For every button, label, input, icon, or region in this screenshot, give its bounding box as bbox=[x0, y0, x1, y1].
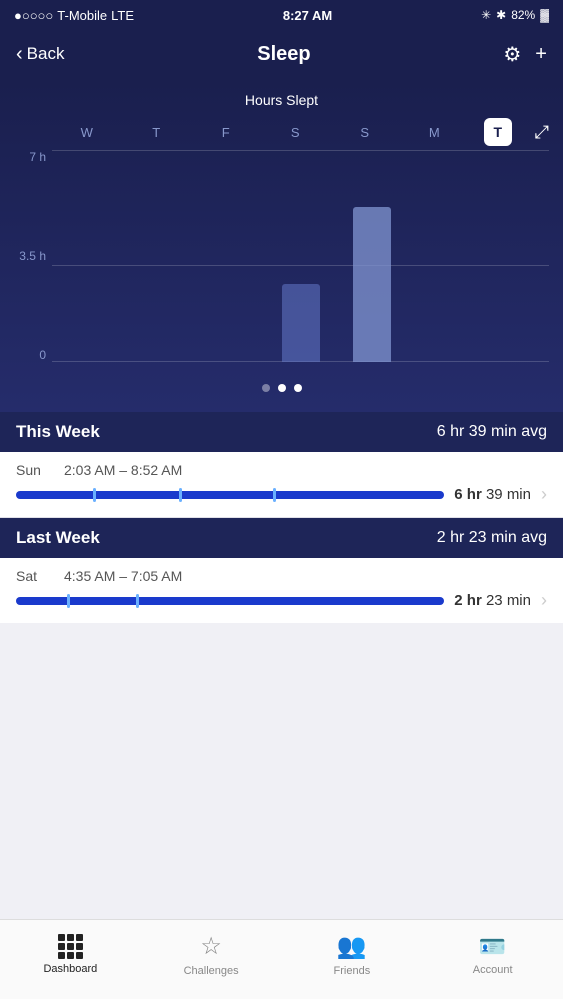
day-labels: W T F S S M T bbox=[52, 118, 527, 146]
this-week-avg: 6 hr 39 min avg bbox=[437, 423, 547, 441]
entry-duration-lastweek: 2 hr 23 min bbox=[454, 592, 531, 609]
this-week-entry[interactable]: Sun 2:03 AM – 8:52 AM 6 hr 39 min › bbox=[0, 452, 563, 517]
tick-2 bbox=[179, 488, 182, 502]
expand-icon[interactable]: ⤢ bbox=[535, 122, 549, 143]
tick-3 bbox=[273, 488, 276, 502]
dashboard-icon bbox=[58, 934, 83, 959]
carrier-label: T-Mobile bbox=[57, 8, 107, 23]
status-right: ✳ ✱ 82% ▓ bbox=[481, 8, 549, 22]
nav-actions: ⚙ + bbox=[503, 42, 547, 67]
entry-duration-thisweek: 6 hr 39 min bbox=[454, 486, 531, 503]
tick-1 bbox=[93, 488, 96, 502]
day-f: F bbox=[206, 125, 246, 140]
day-w: W bbox=[67, 125, 107, 140]
dot-1 bbox=[262, 384, 270, 392]
tick-lw-2 bbox=[136, 594, 139, 608]
entry-meta-lastweek: Sat 4:35 AM – 7:05 AM bbox=[16, 568, 547, 584]
entry-time-thisweek: 2:03 AM – 8:52 AM bbox=[64, 462, 182, 478]
entry-day-thisweek: Sun bbox=[16, 462, 52, 478]
page-title: Sleep bbox=[257, 43, 310, 66]
status-time: 8:27 AM bbox=[283, 8, 332, 23]
last-week-label: Last Week bbox=[16, 528, 100, 548]
challenges-icon: ☆ bbox=[200, 932, 222, 961]
dot-3 bbox=[294, 384, 302, 392]
tab-friends[interactable]: 👥 Friends bbox=[282, 920, 423, 989]
battery-icon: ▓ bbox=[540, 8, 549, 22]
last-week-avg: 2 hr 23 min avg bbox=[437, 529, 547, 547]
chart-dots bbox=[0, 380, 563, 392]
back-label: Back bbox=[27, 44, 65, 64]
tab-dashboard[interactable]: Dashboard bbox=[0, 920, 141, 989]
account-icon: 🪪 bbox=[479, 934, 506, 960]
bluetooth-icon: ✱ bbox=[496, 8, 506, 22]
y-axis: 7 h 3.5 h 0 bbox=[14, 150, 52, 380]
nav-bar: ‹ Back Sleep ⚙ + bbox=[0, 30, 563, 82]
today-badge: T bbox=[484, 118, 512, 146]
tab-challenges[interactable]: ☆ Challenges bbox=[141, 920, 282, 989]
brightness-icon: ✳ bbox=[481, 8, 491, 22]
battery-label: 82% bbox=[511, 8, 535, 22]
y-tick-7h: 7 h bbox=[14, 150, 52, 164]
back-button[interactable]: ‹ Back bbox=[16, 43, 64, 66]
days-row: W T F S S M T ⤢ bbox=[0, 118, 563, 146]
gridline-top bbox=[52, 150, 549, 151]
status-left: ●○○○○ T-Mobile LTE bbox=[14, 8, 134, 23]
entry-time-lastweek: 4:35 AM – 7:05 AM bbox=[64, 568, 182, 584]
empty-space bbox=[0, 623, 563, 803]
settings-icon[interactable]: ⚙ bbox=[503, 42, 521, 67]
chart-title: Hours Slept bbox=[0, 92, 563, 108]
day-m: M bbox=[414, 125, 454, 140]
tick-lw-1 bbox=[67, 594, 70, 608]
tab-account[interactable]: 🪪 Account bbox=[422, 920, 563, 989]
sleep-bar-thisweek bbox=[16, 491, 444, 499]
friends-icon: 👥 bbox=[337, 932, 367, 961]
bar-s2 bbox=[353, 207, 391, 362]
tab-friends-label: Friends bbox=[334, 965, 371, 977]
sleep-bar-lastweek bbox=[16, 597, 444, 605]
y-tick-0: 0 bbox=[14, 348, 52, 362]
dot-2 bbox=[278, 384, 286, 392]
tab-account-label: Account bbox=[473, 964, 513, 976]
tab-bar: Dashboard ☆ Challenges 👥 Friends 🪪 Accou… bbox=[0, 919, 563, 999]
bar-chart: 7 h 3.5 h 0 bbox=[0, 150, 563, 380]
bars-area bbox=[52, 150, 549, 380]
entry-meta-thisweek: Sun 2:03 AM – 8:52 AM bbox=[16, 462, 547, 478]
chart-container: Hours Slept W T F S S M T ⤢ 7 h 3.5 h 0 bbox=[0, 82, 563, 412]
chevron-left-icon: ‹ bbox=[16, 43, 23, 66]
chevron-right-icon-lastweek: › bbox=[541, 590, 547, 611]
tab-dashboard-label: Dashboard bbox=[43, 963, 97, 975]
this-week-header: This Week 6 hr 39 min avg bbox=[0, 412, 563, 452]
day-t: T bbox=[136, 125, 176, 140]
network-label: LTE bbox=[111, 8, 134, 23]
chevron-right-icon-thisweek: › bbox=[541, 484, 547, 505]
add-icon[interactable]: + bbox=[535, 43, 547, 66]
gridline-mid bbox=[52, 265, 549, 266]
entry-row-thisweek: 6 hr 39 min › bbox=[16, 484, 547, 505]
last-week-entry[interactable]: Sat 4:35 AM – 7:05 AM 2 hr 23 min › bbox=[0, 558, 563, 623]
status-bar: ●○○○○ T-Mobile LTE 8:27 AM ✳ ✱ 82% ▓ bbox=[0, 0, 563, 30]
entry-day-lastweek: Sat bbox=[16, 568, 52, 584]
bar-s1 bbox=[282, 284, 320, 362]
tab-challenges-label: Challenges bbox=[184, 965, 239, 977]
entry-row-lastweek: 2 hr 23 min › bbox=[16, 590, 547, 611]
signal-dots: ●○○○○ bbox=[14, 8, 53, 23]
last-week-header: Last Week 2 hr 23 min avg bbox=[0, 518, 563, 558]
this-week-label: This Week bbox=[16, 422, 100, 442]
day-s2: S bbox=[345, 125, 385, 140]
day-s1: S bbox=[275, 125, 315, 140]
y-tick-35h: 3.5 h bbox=[14, 249, 52, 263]
